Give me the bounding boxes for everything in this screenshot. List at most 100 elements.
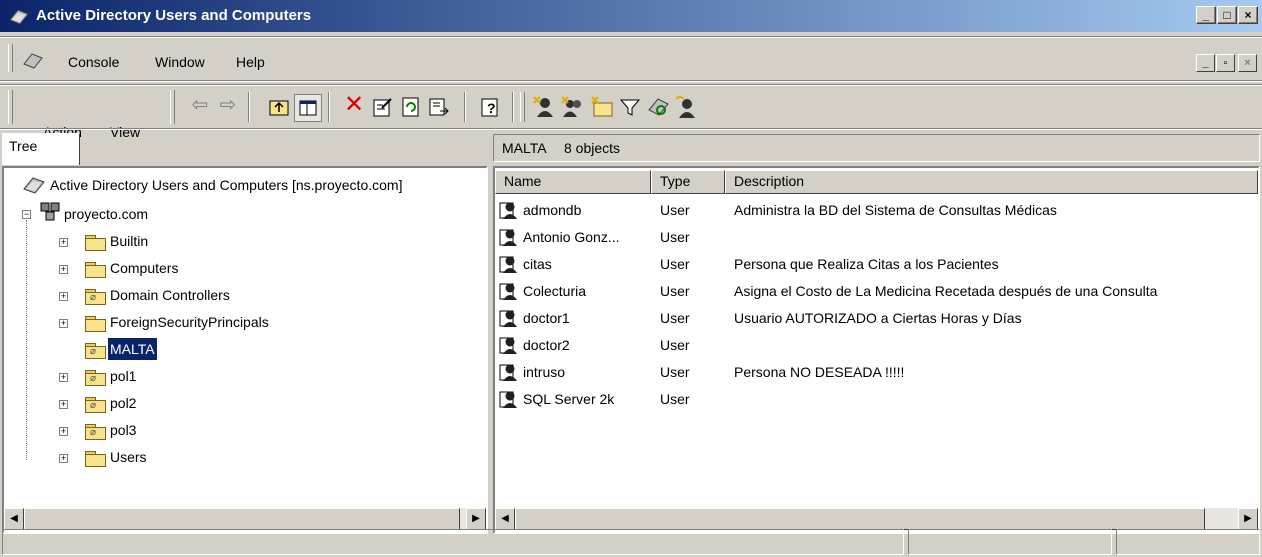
container-icon bbox=[85, 451, 106, 467]
show-tree-icon[interactable] bbox=[294, 94, 322, 122]
toolbar-separator bbox=[328, 92, 330, 122]
user-description: Administra la BD del Sistema de Consulta… bbox=[734, 202, 1057, 218]
find-icon[interactable] bbox=[646, 95, 670, 119]
menu-help[interactable]: Help bbox=[236, 54, 265, 70]
expand-icon[interactable]: + bbox=[59, 400, 68, 409]
list-row[interactable]: citas User Persona que Realiza Citas a los… bbox=[497, 252, 1257, 278]
status-panel-2 bbox=[908, 529, 1112, 555]
list-horizontal-scrollbar[interactable]: ◀ ▶ bbox=[495, 508, 1258, 530]
user-type: User bbox=[660, 229, 690, 245]
expand-icon[interactable]: + bbox=[59, 238, 68, 247]
list-row[interactable]: SQL Server 2k User bbox=[497, 387, 1257, 413]
new-ou-icon[interactable] bbox=[590, 95, 614, 119]
list-row[interactable]: doctor2 User bbox=[497, 333, 1257, 359]
user-name: intruso bbox=[523, 364, 566, 380]
toolbar-grip-2 bbox=[170, 90, 175, 124]
ou-icon: ⌀ bbox=[85, 289, 106, 305]
expand-icon[interactable]: + bbox=[59, 454, 68, 463]
status-panel-main bbox=[2, 529, 904, 555]
expand-icon[interactable]: + bbox=[59, 427, 68, 436]
export-icon[interactable] bbox=[428, 96, 450, 118]
list-row[interactable]: doctor1 User Usuario AUTORIZADO a Ciertas … bbox=[497, 306, 1257, 332]
user-type: User bbox=[660, 310, 690, 326]
add-to-group-icon[interactable] bbox=[674, 95, 698, 119]
scroll-right-icon[interactable]: ▶ bbox=[1238, 508, 1258, 530]
tree-node-malta[interactable]: MALTA bbox=[107, 337, 158, 361]
expand-icon[interactable]: + bbox=[59, 265, 68, 274]
toolbar-separator bbox=[512, 92, 514, 122]
forward-icon[interactable]: ⇨ bbox=[216, 93, 240, 117]
tree-node-pol2[interactable]: pol2 bbox=[110, 392, 136, 414]
properties-icon[interactable] bbox=[372, 96, 394, 118]
close-button[interactable]: × bbox=[1238, 6, 1258, 24]
tree-node-foreign-security-principals[interactable]: ForeignSecurityPrincipals bbox=[110, 311, 269, 333]
user-icon bbox=[499, 229, 517, 246]
view-menu[interactable]: View bbox=[110, 124, 140, 140]
window-title: Active Directory Users and Computers bbox=[36, 7, 312, 24]
user-icon bbox=[499, 256, 517, 273]
user-description: Usuario AUTORIZADO a Ciertas Horas y Día… bbox=[734, 310, 1022, 326]
user-description: Persona que Realiza Citas a los Paciente… bbox=[734, 256, 999, 272]
back-icon[interactable]: ⇦ bbox=[188, 93, 212, 117]
collapse-icon[interactable]: − bbox=[22, 210, 31, 219]
scroll-thumb[interactable] bbox=[515, 508, 1205, 530]
column-type[interactable]: Type bbox=[651, 170, 725, 194]
tree-node-pol3[interactable]: pol3 bbox=[110, 419, 136, 441]
ou-icon: ⌀ bbox=[85, 343, 106, 359]
delete-icon[interactable]: ✕ bbox=[342, 93, 366, 117]
expand-icon[interactable]: + bbox=[59, 373, 68, 382]
mdi-close-button[interactable]: × bbox=[1238, 54, 1257, 72]
scroll-left-icon[interactable]: ◀ bbox=[495, 508, 515, 530]
expand-icon[interactable]: + bbox=[59, 319, 68, 328]
user-name: Colecturia bbox=[523, 283, 587, 299]
list-row[interactable]: Antonio Gonz... User bbox=[497, 225, 1257, 251]
user-type: User bbox=[660, 202, 690, 218]
help-icon[interactable]: ? bbox=[480, 96, 502, 118]
tree-node-domain-controllers[interactable]: Domain Controllers bbox=[110, 284, 230, 306]
user-type: User bbox=[660, 364, 690, 380]
tree-node-users[interactable]: Users bbox=[110, 446, 147, 468]
column-name[interactable]: Name bbox=[495, 170, 651, 194]
tree-line bbox=[26, 220, 27, 460]
toolbar-separator bbox=[248, 92, 250, 122]
console-icon bbox=[23, 53, 43, 69]
column-description[interactable]: Description bbox=[725, 170, 1258, 194]
container-icon bbox=[85, 262, 106, 278]
list-row[interactable]: Colecturia User Asigna el Costo de La Medi… bbox=[497, 279, 1257, 305]
tree-node-computers[interactable]: Computers bbox=[110, 257, 178, 279]
user-name: admondb bbox=[523, 202, 582, 218]
tree-node-pol1[interactable]: pol1 bbox=[110, 365, 136, 387]
tree-domain[interactable]: proyecto.com bbox=[64, 203, 148, 225]
scroll-left-icon[interactable]: ◀ bbox=[4, 508, 24, 530]
tree-node-builtin[interactable]: Builtin bbox=[110, 230, 148, 252]
mdi-restore-button[interactable]: ▫ bbox=[1216, 54, 1235, 72]
filter-icon[interactable] bbox=[618, 95, 642, 119]
ad-root-icon bbox=[23, 177, 45, 194]
tree-root[interactable]: Active Directory Users and Computers [ns… bbox=[50, 174, 402, 196]
toolbar-top-border bbox=[0, 84, 1262, 86]
mdi-minimize-button[interactable]: _ bbox=[1196, 54, 1215, 72]
user-name: doctor2 bbox=[523, 337, 570, 353]
domain-icon bbox=[40, 202, 60, 221]
maximize-button[interactable]: □ bbox=[1217, 6, 1237, 24]
list-row[interactable]: admondb User Administra la BD del Sistema … bbox=[497, 198, 1257, 224]
new-user-icon[interactable] bbox=[532, 95, 556, 119]
expand-icon[interactable]: + bbox=[59, 292, 68, 301]
menu-window[interactable]: Window bbox=[155, 54, 205, 70]
refresh-icon[interactable] bbox=[400, 96, 422, 118]
status-panel-3 bbox=[1116, 529, 1260, 555]
menubar-separator bbox=[0, 80, 1262, 82]
tab-tree[interactable]: Tree bbox=[2, 133, 80, 165]
tree-horizontal-scrollbar[interactable]: ◀ ▶ bbox=[4, 508, 486, 530]
title-bar: Active Directory Users and Computers _ □… bbox=[0, 0, 1262, 32]
scroll-right-icon[interactable]: ▶ bbox=[466, 508, 486, 530]
up-folder-icon[interactable] bbox=[268, 96, 290, 118]
new-group-icon[interactable] bbox=[560, 95, 584, 119]
user-type: User bbox=[660, 337, 690, 353]
minimize-button[interactable]: _ bbox=[1196, 6, 1216, 24]
list-header-bar: MALTA 8 objects bbox=[493, 134, 1260, 162]
scroll-thumb[interactable] bbox=[24, 508, 460, 530]
list-row[interactable]: intruso User Persona NO DESEADA !!!!! bbox=[497, 360, 1257, 386]
menu-console[interactable]: Console bbox=[68, 54, 119, 70]
user-icon bbox=[499, 283, 517, 300]
